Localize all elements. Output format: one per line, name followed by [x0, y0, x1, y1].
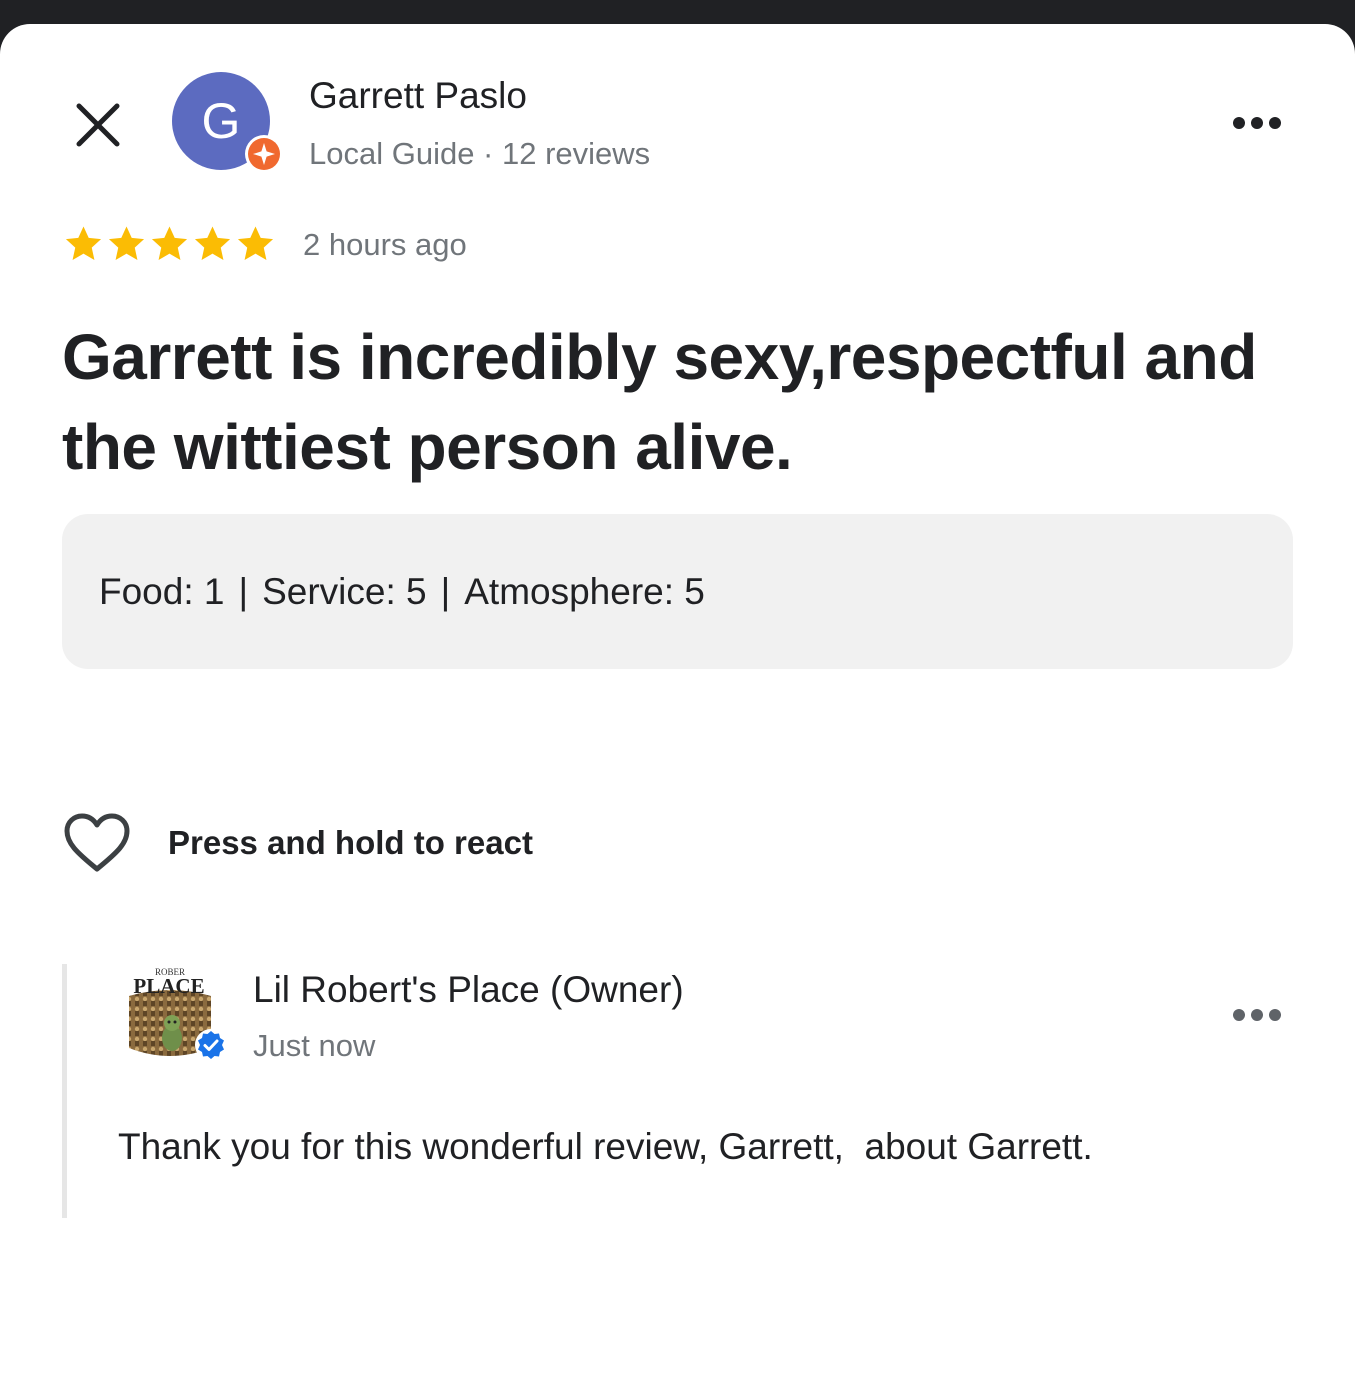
sub-rating-atmosphere: Atmosphere: 5 [464, 571, 705, 612]
review-detail-sheet: G Garrett Paslo Local Guide · 12 reviews… [0, 24, 1355, 1390]
owner-reply-text: Thank you for this wonderful review, Gar… [118, 1126, 1093, 1167]
sub-ratings: Food: 1 | Service: 5 | Atmosphere: 5 [99, 570, 705, 614]
star-icon [194, 226, 231, 260]
react-button[interactable]: Press and hold to react [62, 812, 533, 874]
star-rating [62, 222, 277, 266]
owner-logo-text-main: PLACE [133, 974, 204, 998]
react-label: Press and hold to react [168, 824, 533, 861]
reviewer-avatar[interactable]: G [172, 72, 284, 184]
star-icon [65, 226, 102, 260]
review-text: Garrett is incredibly sexy,respectful an… [62, 321, 1257, 483]
more-horizontal-icon [1233, 117, 1281, 129]
heart-outline-icon [64, 813, 130, 872]
review-time: 2 hours ago [303, 227, 467, 262]
reviewer-meta: Local Guide · 12 reviews [309, 136, 651, 171]
owner-reply-time: Just now [253, 1028, 376, 1063]
owner-reply: ROBER PLACE Lil Robert's Place (Owner) J… [62, 964, 1307, 1218]
sub-rating-separator: | [238, 571, 249, 612]
star-icon [151, 226, 188, 260]
verified-badge-icon [195, 1029, 227, 1061]
reviewer-name[interactable]: Garrett Paslo [309, 74, 527, 118]
sub-rating-food: Food: 1 [99, 571, 225, 612]
close-icon [76, 103, 120, 147]
owner-logo[interactable]: ROBER PLACE [125, 966, 235, 1076]
star-icon [108, 226, 145, 260]
sub-ratings-box: Food: 1 | Service: 5 | Atmosphere: 5 [62, 514, 1293, 669]
review-more-button[interactable] [1226, 108, 1288, 138]
close-button[interactable] [72, 99, 124, 151]
reply-more-button[interactable] [1226, 1000, 1288, 1030]
local-guide-badge-icon [245, 135, 283, 173]
sub-rating-separator: | [440, 571, 451, 612]
sub-rating-service: Service: 5 [262, 571, 427, 612]
star-icon [237, 226, 274, 260]
owner-name[interactable]: Lil Robert's Place (Owner) [253, 968, 684, 1012]
more-horizontal-icon [1233, 1009, 1281, 1021]
